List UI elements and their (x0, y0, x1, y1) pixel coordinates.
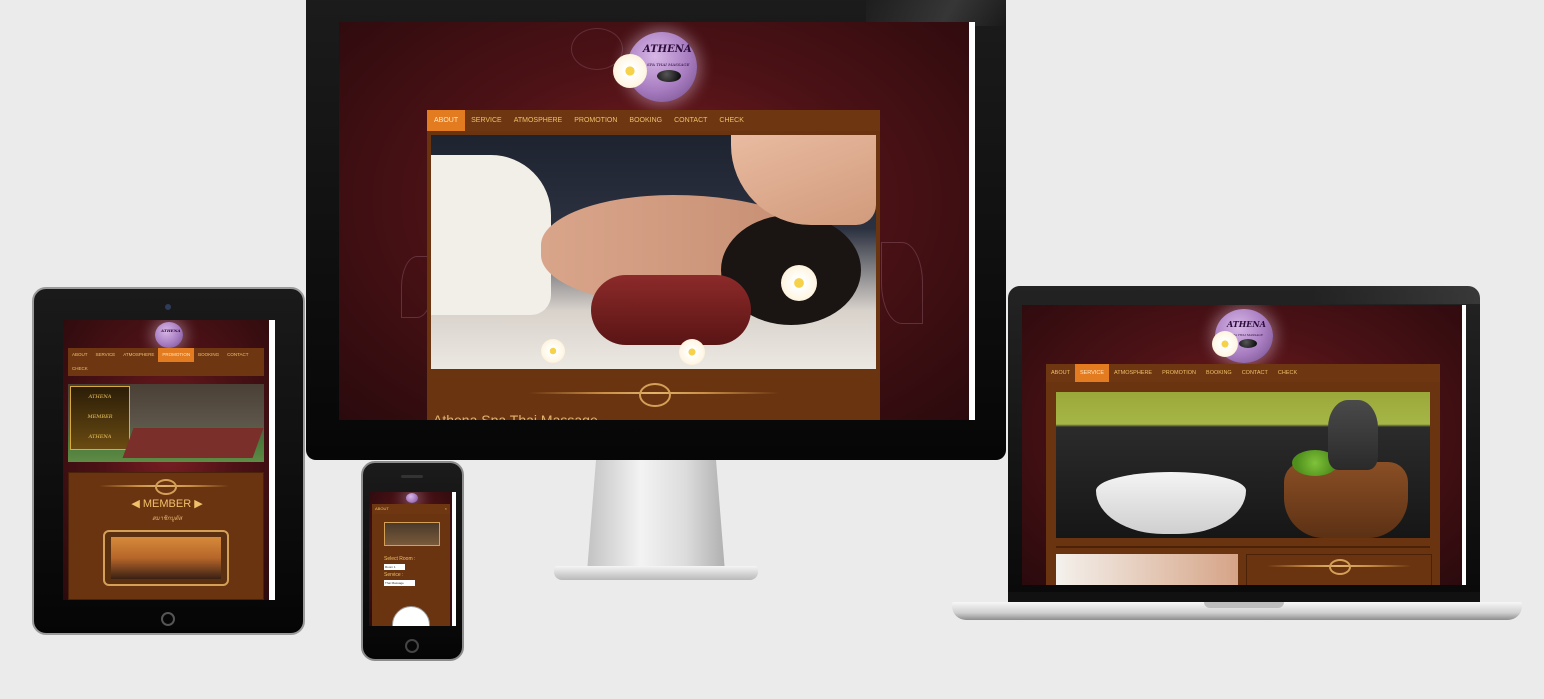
nav-contact[interactable]: CONTACT (223, 348, 252, 362)
basin (1096, 472, 1246, 534)
tablet-content-panel: ◀ MEMBER ▶ สมาชิกบูตัส (68, 472, 264, 600)
tablet-screen: ATHENA ABOUT SERVICE ATMOSPHERE PROMOTIO… (63, 320, 275, 600)
phone: ABOUT × Select Room : Room 1 Service : T… (361, 461, 464, 661)
tablet: ATHENA ABOUT SERVICE ATMOSPHERE PROMOTIO… (32, 287, 305, 635)
logo-title: ATHENA (643, 44, 692, 55)
nav-check[interactable]: CHECK (1273, 364, 1302, 382)
member-photo (111, 537, 221, 579)
monitor-base (554, 566, 758, 580)
clock-icon (392, 606, 430, 626)
nav-booking[interactable]: BOOKING (1201, 364, 1237, 382)
member-title: MEMBER (142, 498, 192, 510)
scrollbar[interactable] (1462, 305, 1466, 585)
massage-hero-image (431, 135, 876, 369)
desktop-nav: ABOUT SERVICE ATMOSPHERE PROMOTION BOOKI… (427, 110, 880, 131)
nav-service[interactable]: SERVICE (92, 348, 120, 362)
frangipani-icon (541, 339, 565, 363)
nav-promotion[interactable]: PROMOTION (158, 348, 195, 362)
desktop-monitor: ATHENA SPA THAI MASSAGE ABOUT SERVICE AT… (306, 0, 1006, 580)
member-photo-frame (103, 530, 229, 586)
logo-subtitle: SPA THAI MASSAGE (647, 62, 690, 67)
room-select[interactable]: Room 1 (384, 564, 405, 570)
nav-check[interactable]: CHECK (68, 362, 92, 376)
banner-line: ATHENA (88, 434, 112, 440)
desktop-content-panel: Athena Spa Thai Massage (427, 131, 880, 420)
nav-check[interactable]: CHECK (713, 110, 750, 131)
nav-atmosphere[interactable]: ATMOSPHERE (508, 110, 569, 131)
side-panel (1246, 554, 1432, 585)
ornament-center (639, 383, 671, 407)
service-label: Service : (384, 572, 404, 578)
nav-promotion[interactable]: PROMOTION (568, 110, 623, 131)
home-button[interactable] (161, 612, 175, 626)
spa-basin-image (1056, 392, 1430, 538)
desktop-screen: ATHENA SPA THAI MASSAGE ABOUT SERVICE AT… (339, 22, 975, 420)
nav-service[interactable]: SERVICE (1074, 364, 1109, 382)
phone-content-panel: Select Room : Room 1 Service : Thai Mass… (372, 514, 450, 626)
nav-about[interactable]: ABOUT (1046, 364, 1075, 382)
nav-contact[interactable]: CONTACT (668, 110, 713, 131)
member-room-image: ATHENA MEMBER ATHENA (68, 384, 264, 462)
laptop-screen: ATHENA SPA THAI MASSAGE ABOUT SERVICE AT… (1022, 305, 1466, 585)
logo-title: ATHENA (161, 328, 181, 333)
service-select[interactable]: Thai Massage (384, 580, 415, 586)
nav-about[interactable]: ABOUT (372, 504, 392, 514)
divider-bar (1056, 546, 1430, 548)
stone-icon (1239, 339, 1257, 348)
nav-booking[interactable]: BOOKING (194, 348, 223, 362)
laptop-glare (1312, 286, 1480, 304)
close-icon[interactable]: × (442, 504, 450, 514)
towel (591, 275, 751, 345)
nav-atmosphere[interactable]: ATMOSPHERE (119, 348, 158, 362)
floral-ornament-right (881, 242, 923, 324)
frangipani-icon (1212, 331, 1238, 357)
member-subtitle: สมาชิกบูตัส (151, 516, 183, 522)
arrow-right-icon[interactable]: ▶ (191, 498, 202, 510)
massage-thumbnail (1056, 554, 1238, 585)
scrollbar[interactable] (269, 320, 275, 600)
monitor-stand (587, 460, 725, 572)
arrow-left-icon[interactable]: ◀ (131, 498, 143, 510)
ornament-center (1329, 559, 1351, 575)
logo-title: ATHENA (1227, 319, 1266, 329)
nav-atmosphere[interactable]: ATMOSPHERE (1109, 364, 1157, 382)
frangipani-icon (781, 265, 817, 301)
section-heading: Athena Spa Thai Massage (433, 412, 598, 420)
laptop-content-panel (1046, 382, 1440, 585)
frangipani-icon (613, 54, 647, 88)
tablet-camera (165, 304, 171, 310)
scrollbar[interactable] (452, 492, 456, 626)
nav-promotion[interactable]: PROMOTION (1157, 364, 1201, 382)
member-banner: ATHENA MEMBER ATHENA (70, 386, 130, 450)
site-logo[interactable]: ATHENA (155, 322, 183, 348)
nav-service[interactable]: SERVICE (465, 110, 508, 131)
frangipani-icon (679, 339, 705, 365)
select-room-label: Select Room : (384, 556, 416, 562)
shoulder (431, 155, 551, 315)
tablet-nav: ABOUT SERVICE ATMOSPHERE PROMOTION BOOKI… (68, 348, 264, 376)
banner-line: ATHENA (88, 394, 112, 400)
member-heading: ◀ MEMBER ▶ (69, 497, 265, 510)
nav-about[interactable]: ABOUT (68, 348, 92, 362)
urn (1328, 400, 1378, 470)
nav-booking[interactable]: BOOKING (623, 110, 668, 131)
laptop-notch (1204, 602, 1284, 608)
massage-bed (122, 428, 264, 458)
laptop-nav: ABOUT SERVICE ATMOSPHERE PROMOTION BOOKI… (1046, 364, 1440, 382)
stone-icon (657, 70, 681, 82)
phone-home-button[interactable] (405, 639, 419, 653)
ornament-center (155, 479, 177, 495)
phone-nav: ABOUT × (372, 504, 450, 514)
nav-contact[interactable]: CONTACT (1237, 364, 1273, 382)
laptop: ATHENA SPA THAI MASSAGE ABOUT SERVICE AT… (952, 286, 1522, 626)
nav-about[interactable]: ABOUT (427, 110, 466, 131)
site-logo[interactable] (406, 493, 418, 503)
phone-speaker (401, 475, 423, 478)
phone-screen: ABOUT × Select Room : Room 1 Service : T… (369, 492, 456, 626)
room-thumbnail (384, 522, 440, 546)
banner-line: MEMBER (87, 414, 113, 420)
